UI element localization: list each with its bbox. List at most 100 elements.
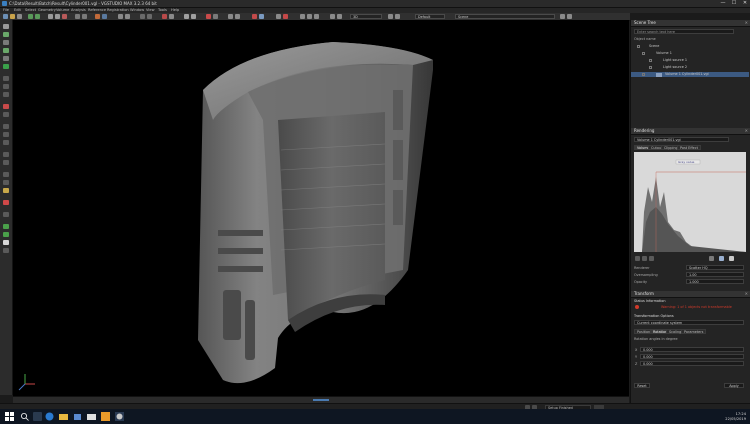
render-preset-dropdown[interactable]: Default — [415, 14, 445, 19]
menu-volume[interactable]: Volume — [56, 8, 69, 12]
reset-view-icon[interactable] — [337, 14, 342, 19]
crop-icon[interactable] — [3, 212, 9, 217]
rotation-y-input[interactable]: 0.000 — [640, 354, 744, 359]
tree-item-volume-group[interactable]: Volume 1 — [631, 51, 749, 56]
pin-icon[interactable] — [560, 14, 565, 19]
cone-tool-icon[interactable] — [3, 160, 9, 165]
histogram-panel[interactable]: Gray value — [634, 152, 746, 252]
panel-close-icon[interactable]: ✕ — [745, 291, 748, 297]
distance-tool-icon[interactable] — [3, 172, 9, 177]
visibility-checkbox[interactable] — [642, 73, 645, 76]
tree-item-scene[interactable]: Scene — [631, 44, 749, 49]
menu-registration[interactable]: Registration — [107, 8, 129, 12]
volume-selector[interactable]: Volume 1 Cylinder001.vgi — [634, 137, 729, 142]
accept-icon[interactable] — [3, 224, 9, 229]
rotation-z-input[interactable]: 0.000 — [640, 361, 744, 366]
brush-icon[interactable] — [3, 56, 9, 61]
system-tray-clock[interactable]: 17:24 22/05/2019 — [725, 412, 746, 421]
select-icon[interactable] — [48, 14, 53, 19]
coordinate-system-select[interactable]: Current coordinate system — [634, 320, 744, 325]
angle-icon[interactable] — [3, 84, 9, 89]
pan-icon[interactable] — [147, 14, 152, 19]
menu-view[interactable]: View — [146, 8, 155, 12]
menu-file[interactable]: File — [3, 8, 9, 12]
visibility-checkbox[interactable] — [649, 59, 652, 62]
fit-icon[interactable] — [330, 14, 335, 19]
menu-geometry[interactable]: Geometry — [38, 8, 56, 12]
tab-parameters[interactable]: Parameters — [681, 329, 707, 334]
panel-close-icon[interactable]: ✕ — [745, 128, 748, 134]
lasso-icon[interactable] — [3, 40, 9, 45]
rotate-icon[interactable] — [140, 14, 145, 19]
layers-icon[interactable] — [388, 14, 393, 19]
line-tool-icon[interactable] — [3, 124, 9, 129]
wall-thickness-icon[interactable] — [3, 180, 9, 185]
menu-select[interactable]: Select — [25, 8, 36, 12]
point-icon[interactable] — [3, 112, 9, 117]
panel-close-icon[interactable]: ✕ — [745, 20, 748, 26]
rotation-x-input[interactable]: 0.000 — [640, 347, 744, 352]
histogram-tool-c-icon[interactable] — [649, 256, 654, 261]
renderer-select[interactable]: Scatter HQ — [686, 265, 744, 270]
grid-icon[interactable] — [75, 14, 80, 19]
cut-icon[interactable] — [213, 14, 218, 19]
defect-icon[interactable] — [3, 200, 9, 205]
visibility-checkbox[interactable] — [649, 66, 652, 69]
visibility-checkbox[interactable] — [642, 52, 645, 55]
windows-start-icon[interactable] — [5, 412, 14, 421]
menu-tools[interactable]: Tools — [158, 8, 167, 12]
white-balance-icon[interactable] — [3, 240, 9, 245]
pointer-tool-icon[interactable] — [3, 24, 9, 29]
redo-icon[interactable] — [35, 14, 40, 19]
light-icon[interactable] — [228, 14, 233, 19]
view-front-icon[interactable] — [300, 14, 305, 19]
active-app-icon[interactable] — [115, 412, 124, 421]
scene-search-input[interactable]: Enter search text here — [634, 29, 734, 34]
move-icon[interactable] — [55, 14, 60, 19]
clip-icon[interactable] — [206, 14, 211, 19]
undo-icon[interactable] — [28, 14, 33, 19]
gradient-icon[interactable] — [709, 256, 714, 261]
scene-search-dropdown[interactable]: Scene — [455, 14, 555, 19]
mail-icon[interactable] — [87, 412, 96, 421]
arrow-left-icon[interactable] — [184, 14, 189, 19]
cylinder-tool-icon[interactable] — [3, 140, 9, 145]
ruler-icon[interactable] — [3, 76, 9, 81]
select-region-icon[interactable] — [3, 32, 9, 37]
view-mode-dropdown[interactable]: 3D — [350, 14, 382, 19]
search-icon[interactable] — [20, 412, 29, 421]
grow-icon[interactable] — [3, 48, 9, 53]
annotation-icon[interactable] — [3, 104, 9, 109]
view-top-icon[interactable] — [314, 14, 319, 19]
zoom-icon[interactable] — [125, 14, 130, 19]
close-button[interactable]: ✕ — [740, 0, 750, 7]
maximize-button[interactable]: ☐ — [729, 0, 739, 7]
plane-tool-icon[interactable] — [3, 132, 9, 137]
edge-browser-icon[interactable] — [45, 412, 54, 421]
region-icon[interactable] — [3, 64, 9, 69]
visibility-checkbox[interactable] — [637, 45, 640, 48]
menu-edit[interactable]: Edit — [14, 8, 21, 12]
tree-item-light-1[interactable]: Light source 1 — [631, 58, 749, 63]
screenshot-icon[interactable] — [169, 14, 174, 19]
confirm-icon[interactable] — [3, 232, 9, 237]
alert-icon[interactable] — [252, 14, 257, 19]
opacity-input[interactable]: 1.000 — [686, 279, 744, 284]
open-icon[interactable] — [10, 14, 15, 19]
histogram-tool-b-icon[interactable] — [642, 256, 647, 261]
palette-icon[interactable] — [395, 14, 400, 19]
color-icon[interactable] — [235, 14, 240, 19]
settings-icon[interactable] — [567, 14, 572, 19]
tree-item-volume[interactable]: Volume 1 Cylinder001.vgi — [631, 72, 749, 77]
scroll-thumb[interactable] — [313, 399, 329, 401]
apply-button[interactable]: Apply — [724, 383, 744, 388]
tree-item-light-2[interactable]: Light source 2 — [631, 65, 749, 70]
error-icon[interactable] — [283, 14, 288, 19]
menu-reference[interactable]: Reference — [88, 8, 106, 12]
histogram-tool-a-icon[interactable] — [635, 256, 640, 261]
file-explorer-icon[interactable] — [59, 412, 68, 421]
layout-icon[interactable] — [82, 14, 87, 19]
analysis-icon[interactable] — [95, 14, 100, 19]
reset-button[interactable]: Reset — [634, 383, 650, 388]
sphere-tool-icon[interactable] — [3, 152, 9, 157]
